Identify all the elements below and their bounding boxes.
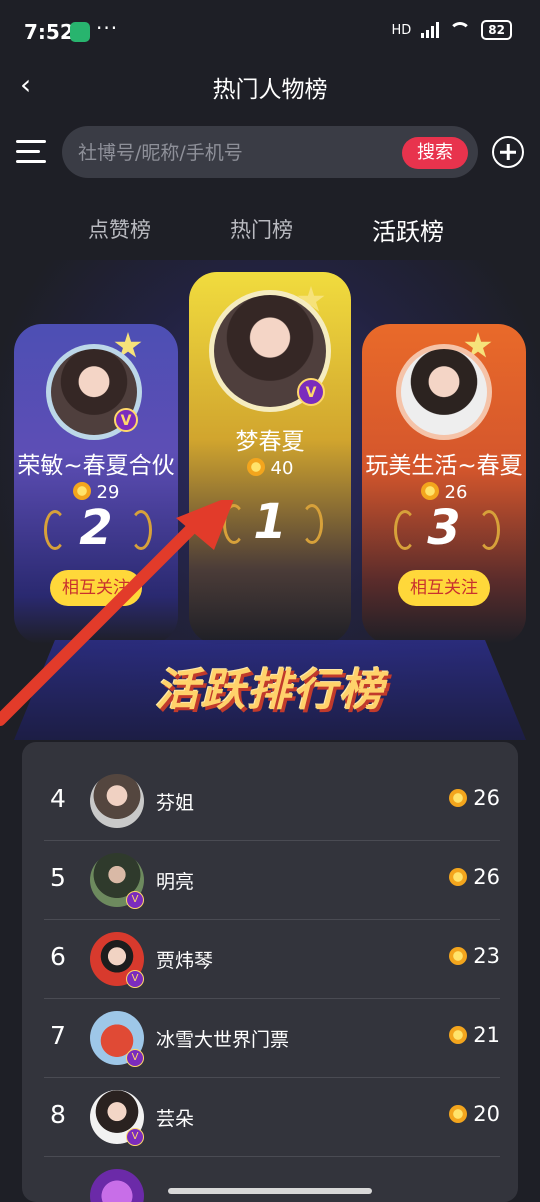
v-badge-icon: V	[114, 408, 138, 432]
menu-icon[interactable]	[16, 140, 46, 164]
podium-name: 梦春夏	[235, 429, 305, 455]
list-rank: 5	[50, 863, 66, 892]
battery-level: 82	[481, 20, 512, 40]
coin-icon	[246, 458, 265, 476]
ranking-list: 4 芬姐 26 5 V 明亮 26 6 V 贾炜琴 23 7 V 冰雪大世界门票…	[22, 742, 518, 1202]
list-rank: 6	[50, 942, 66, 971]
v-badge-icon: V	[126, 970, 144, 988]
list-item[interactable]: 6 V 贾炜琴 23	[44, 920, 500, 999]
list-name: 冰雪大世界门票	[156, 1029, 290, 1051]
home-indicator[interactable]	[168, 1188, 372, 1194]
list-item[interactable]: 7 V 冰雪大世界门票 21	[44, 999, 500, 1078]
coin-icon	[449, 789, 468, 807]
list-item[interactable]: 5 V 明亮 26	[44, 841, 500, 920]
wifi-icon	[449, 22, 472, 38]
rank-number: 1	[253, 494, 287, 550]
laurel-icon	[301, 504, 323, 544]
search-input[interactable]	[76, 126, 380, 180]
podium-card-rank-1[interactable]: V 梦春夏 40 1	[189, 272, 351, 644]
podium-card-rank-2[interactable]: V 荣敏~春夏合伙 29 2 相互关注	[14, 324, 178, 644]
ranking-banner: 活跃排行榜	[0, 640, 540, 750]
laurel-icon	[478, 510, 500, 550]
search-button[interactable]: 搜索	[402, 137, 468, 169]
v-badge-icon: V	[126, 891, 144, 909]
coin-icon	[72, 482, 91, 500]
list-name: 芸朵	[156, 1108, 195, 1130]
tab-likes[interactable]: 点赞榜	[88, 214, 151, 244]
coin-icon	[449, 1105, 468, 1123]
list-item[interactable]	[44, 1157, 500, 1202]
follow-button[interactable]: 相互关注	[398, 570, 490, 606]
list-item[interactable]: 8 V 芸朵 20	[44, 1078, 500, 1157]
v-badge-icon: V	[297, 378, 325, 406]
list-score: 23	[449, 944, 500, 968]
list-rank: 7	[50, 1021, 66, 1050]
nav-bar: ‹ 热门人物榜	[0, 60, 540, 110]
app-notification-icon	[70, 22, 90, 42]
avatar[interactable]	[90, 1169, 144, 1202]
tab-hot[interactable]: 热门榜	[230, 214, 293, 244]
podium-score: 40	[189, 458, 351, 479]
search-row: 搜索	[0, 124, 540, 180]
list-score: 26	[449, 865, 500, 889]
list-name: 明亮	[156, 871, 195, 893]
list-rank: 4	[50, 784, 66, 813]
follow-button[interactable]: 相互关注	[50, 570, 142, 606]
plus-circle-icon[interactable]	[492, 136, 524, 168]
tab-active[interactable]: 活跃榜	[372, 212, 444, 247]
list-item[interactable]: 4 芬姐 26	[44, 762, 500, 841]
status-bar: 7:52 ··· HD 82	[0, 0, 540, 64]
list-score: 20	[449, 1102, 500, 1126]
laurel-icon	[130, 510, 152, 550]
more-notifications-icon: ···	[96, 16, 119, 40]
avatar[interactable]	[90, 774, 144, 828]
signal-icon	[421, 22, 440, 38]
podium-card-rank-3[interactable]: 玩美生活~春夏 26 3 相互关注	[362, 324, 526, 644]
banner-title: 活跃排行榜	[155, 665, 385, 716]
page-title: 热门人物榜	[212, 77, 328, 103]
ranking-tabs: 点赞榜 热门榜 活跃榜	[0, 210, 540, 250]
rank-number: 3	[427, 500, 461, 556]
v-badge-icon: V	[126, 1128, 144, 1146]
list-name: 芬姐	[156, 792, 195, 814]
podium-name: 荣敏~春夏合伙	[17, 453, 175, 479]
avatar[interactable]	[396, 344, 492, 440]
list-score: 26	[449, 786, 500, 810]
v-badge-icon: V	[126, 1049, 144, 1067]
coin-icon	[420, 482, 439, 500]
list-rank: 8	[50, 1100, 66, 1129]
list-score: 21	[449, 1023, 500, 1047]
status-time: 7:52	[24, 20, 74, 44]
rank-number: 2	[79, 500, 113, 556]
coin-icon	[449, 947, 468, 965]
search-box: 搜索	[62, 126, 478, 180]
hd-indicator: HD	[391, 22, 412, 38]
coin-icon	[449, 1026, 468, 1044]
podium-name: 玩美生活~春夏	[365, 453, 523, 479]
podium-stage: V 荣敏~春夏合伙 29 2 相互关注 V 梦春夏 40 1 玩美生活~春夏 2…	[0, 260, 540, 740]
coin-icon	[449, 868, 468, 886]
list-name: 贾炜琴	[156, 950, 214, 972]
